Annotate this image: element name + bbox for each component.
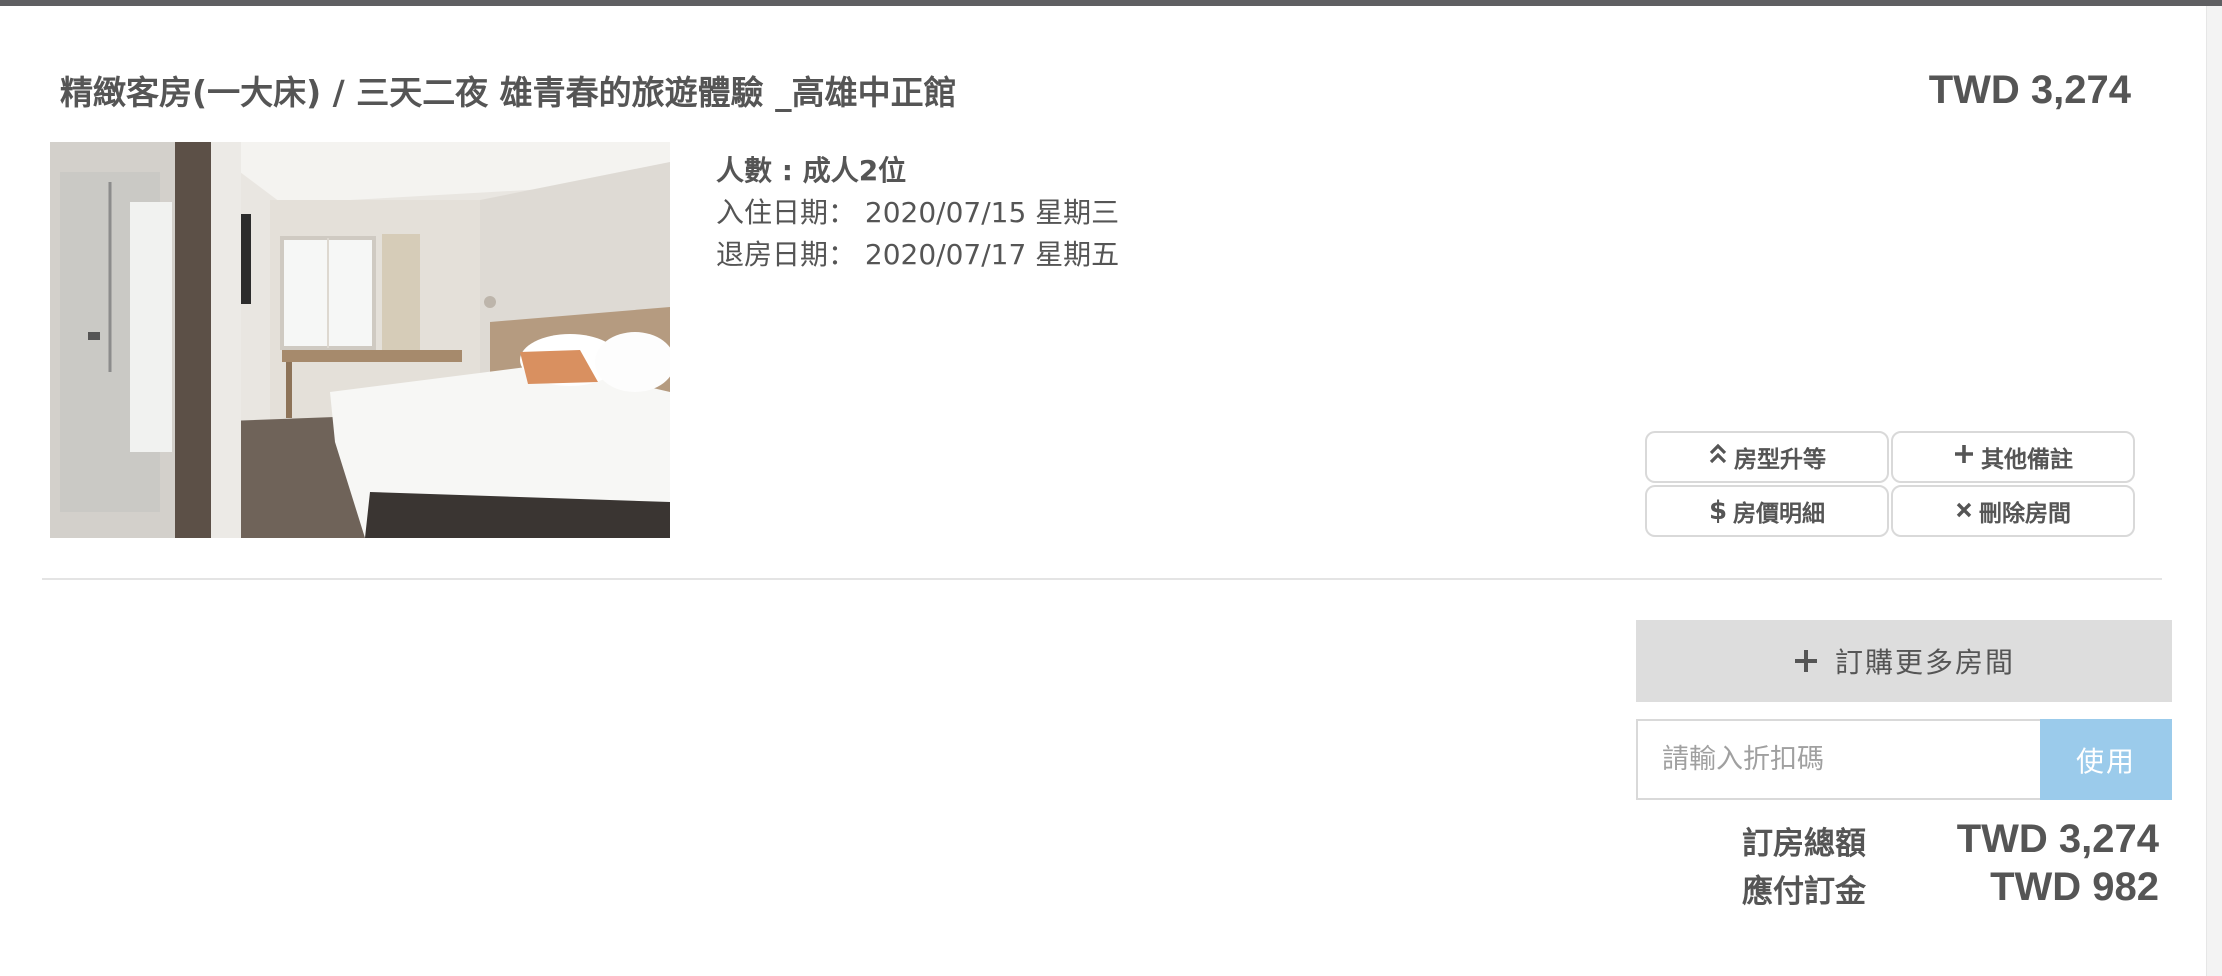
close-icon <box>1955 496 1973 526</box>
checkin-date: 入住日期： 2020/07/15 星期三 <box>716 196 1120 229</box>
price-detail-button[interactable]: $ 房價明細 <box>1645 485 1889 537</box>
other-notes-label: 其他備註 <box>1981 447 2073 473</box>
section-divider <box>42 578 2162 580</box>
delete-room-label: 刪除房間 <box>1979 501 2071 527</box>
room-upgrade-label: 房型升等 <box>1734 447 1826 473</box>
room-photo <box>50 142 670 538</box>
chevron-double-up-icon <box>1708 442 1728 472</box>
add-more-rooms-button[interactable]: 訂購更多房間 <box>1636 620 2172 702</box>
delete-room-button[interactable]: 刪除房間 <box>1891 485 2135 537</box>
add-more-rooms-label: 訂購更多房間 <box>1834 646 2015 679</box>
page-scrollbar[interactable] <box>2206 6 2222 976</box>
room-upgrade-button[interactable]: 房型升等 <box>1645 431 1889 483</box>
plus-icon <box>1793 638 1819 684</box>
dollar-icon: $ <box>1708 496 1728 526</box>
plus-icon <box>1953 442 1975 472</box>
other-notes-button[interactable]: 其他備註 <box>1891 431 2135 483</box>
checkout-date: 退房日期： 2020/07/17 星期五 <box>716 238 1120 271</box>
deposit-value: TWD 982 <box>1990 865 2159 909</box>
booking-info: 人數 : 成人2位 入住日期： 2020/07/15 星期三 退房日期： 202… <box>716 150 1119 276</box>
deposit-label: 應付訂金 <box>1742 874 1866 910</box>
room-title: 精緻客房(一大床) / 三天二夜 雄青春的旅遊體驗 _高雄中正館 <box>60 73 957 112</box>
price-detail-label: 房價明細 <box>1733 501 1826 527</box>
room-price: TWD 3,274 <box>1928 68 2131 112</box>
coupon-code-input[interactable] <box>1636 719 2040 800</box>
apply-coupon-button[interactable]: 使用 <box>2040 719 2172 800</box>
guest-count: 人數 : 成人2位 <box>716 154 907 187</box>
total-value: TWD 3,274 <box>1956 817 2159 861</box>
top-border <box>0 0 2222 6</box>
total-label: 訂房總額 <box>1742 826 1866 862</box>
